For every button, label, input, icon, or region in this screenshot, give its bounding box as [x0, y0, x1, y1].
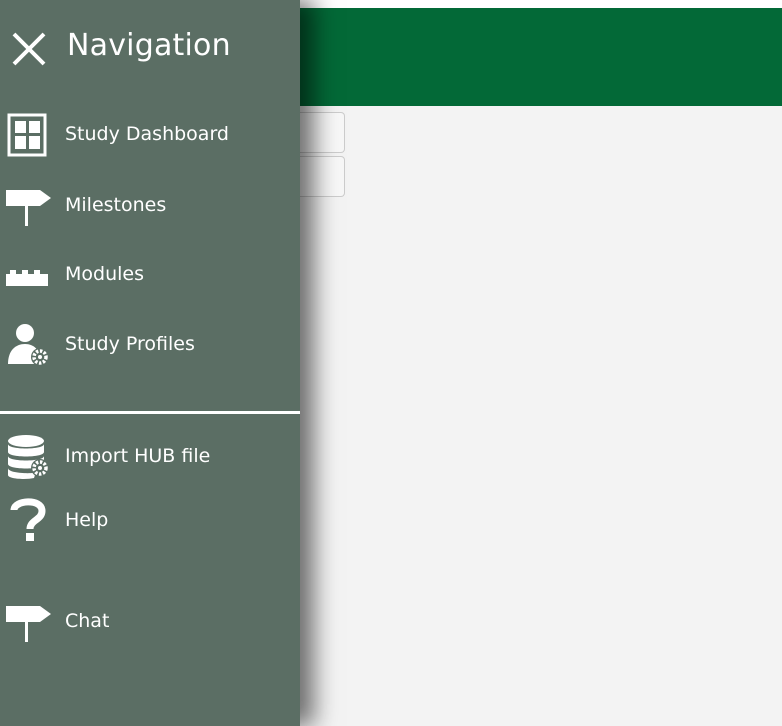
nav-item-import-hub-file[interactable]: Import HUB file	[0, 432, 300, 482]
nav-item-help[interactable]: Help	[0, 496, 300, 546]
nav-item-modules[interactable]: Modules	[0, 250, 300, 300]
nav-item-label: Study Dashboard	[65, 123, 229, 145]
content-field[interactable]	[300, 156, 345, 197]
content-field[interactable]	[300, 112, 345, 153]
nav-item-chat[interactable]: Chat	[0, 597, 300, 647]
database-settings-icon	[8, 435, 49, 479]
navigation-title: Navigation	[67, 28, 231, 63]
navigation-header: Navigation	[0, 20, 300, 74]
nav-item-label: Chat	[65, 610, 110, 632]
brick-icon	[6, 270, 48, 286]
user-settings-icon	[8, 324, 49, 366]
navigation-divider	[0, 411, 300, 414]
signpost-icon	[6, 190, 51, 226]
nav-item-label: Milestones	[65, 194, 167, 216]
signpost-icon	[6, 606, 51, 642]
question-mark-icon	[10, 498, 46, 541]
navigation-drawer: Navigation Study Dashboard Milestones Mo…	[0, 0, 300, 726]
nav-item-study-profiles[interactable]: Study Profiles	[0, 320, 300, 370]
dashboard-grid-icon	[7, 113, 47, 157]
nav-item-label: Help	[65, 509, 109, 531]
close-icon[interactable]	[10, 30, 48, 68]
nav-item-label: Study Profiles	[65, 333, 195, 355]
nav-item-label: Import HUB file	[65, 445, 211, 467]
app-header-bar	[300, 8, 782, 106]
nav-item-label: Modules	[65, 263, 144, 285]
nav-item-study-dashboard[interactable]: Study Dashboard	[0, 110, 300, 160]
nav-item-milestones[interactable]: Milestones	[0, 181, 300, 231]
